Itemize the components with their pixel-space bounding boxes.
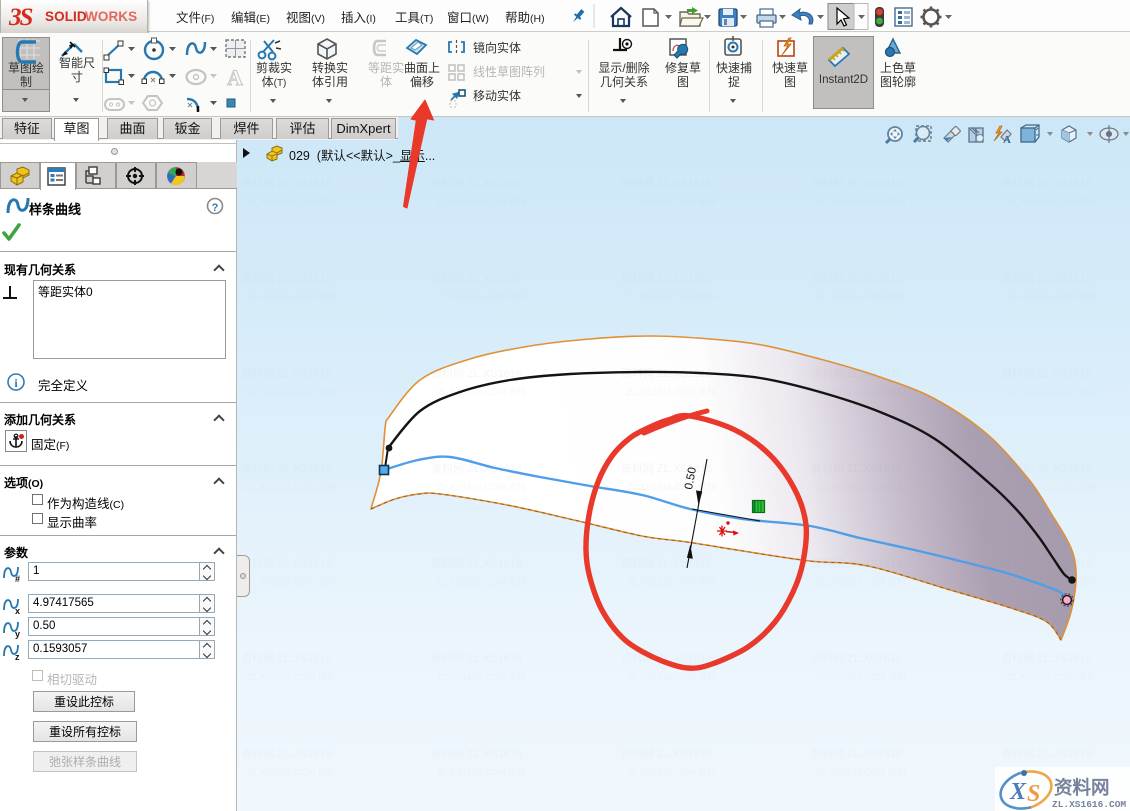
svg-text:X: X [1009,779,1027,805]
svg-text:#: # [15,574,20,584]
svg-text:ZL.XS1616.COM: ZL.XS1616.COM [1052,799,1126,810]
svg-text:S: S [1027,781,1040,807]
svg-text:A: A [227,65,243,90]
svg-text:y: y [15,629,20,639]
svg-text:x: x [15,606,20,616]
svg-text:z: z [15,652,20,662]
svg-text:资料网: 资料网 [1054,777,1110,798]
svg-text:?: ? [212,202,219,214]
svg-text:A: A [1003,134,1011,146]
